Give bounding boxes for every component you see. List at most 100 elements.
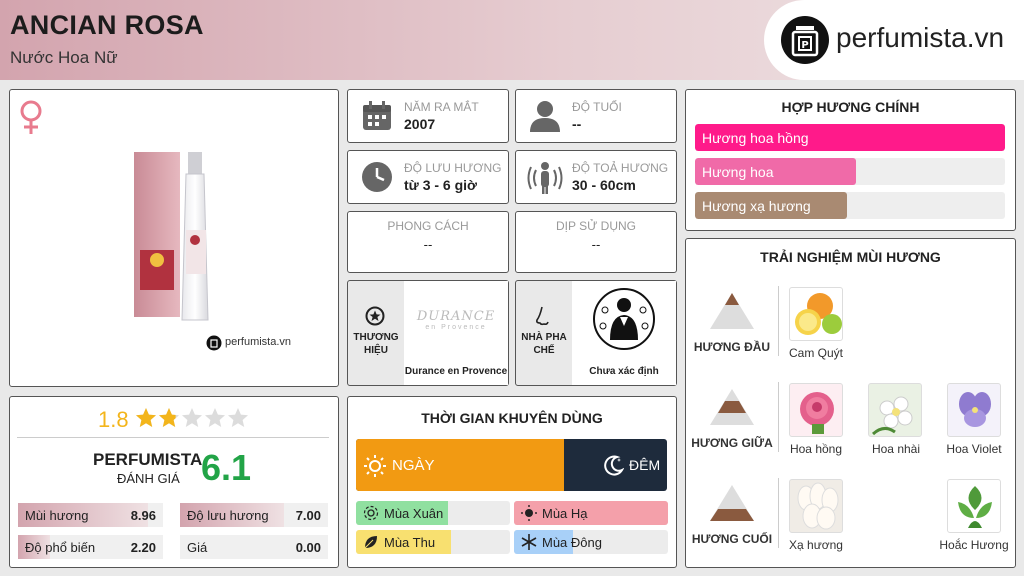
stat-price: Giá 0.00 — [180, 535, 328, 559]
middle-notes-label: HƯƠNG GIỮA — [691, 436, 773, 450]
divider — [17, 437, 329, 438]
brand-label: THƯƠNG HIỆU — [349, 331, 403, 357]
perfumer-label: NHÀ PHA CHẾ — [517, 331, 571, 357]
brand-logo-subtext: en Provence — [425, 324, 487, 331]
style-value: -- — [423, 237, 433, 252]
moon-icon — [604, 455, 624, 476]
stat-scent: Mùi hương 8.96 — [18, 503, 163, 527]
occasion-label: DỊP SỬ DỤNG — [555, 219, 637, 233]
longevity-label: ĐỘ LƯU HƯƠNG — [404, 161, 502, 175]
patchouli-icon[interactable] — [947, 479, 1001, 533]
site-logo-text[interactable]: perfumista.vn — [836, 22, 1004, 54]
stat-value: 8.96 — [130, 508, 156, 523]
citrus-icon[interactable] — [789, 287, 843, 341]
product-title: ANCIAN ROSA — [10, 10, 204, 40]
style-label: PHONG CÁCH — [387, 219, 469, 233]
base-notes-label: HƯƠNG CUỐI — [691, 532, 773, 546]
person-icon — [530, 101, 560, 132]
season-label: Mùa Hạ — [542, 506, 588, 521]
time-of-use-title: THỜI GIAN KHUYÊN DÙNG — [421, 410, 603, 426]
clock-icon — [362, 162, 392, 192]
brand-name: Durance en Provence — [404, 366, 508, 377]
accord-bar-floral: Hương hoa — [695, 158, 1005, 185]
pyramid-middle-icon — [710, 389, 754, 425]
brand-label-line1: THƯƠNG — [353, 332, 399, 343]
rating-stars[interactable] — [135, 407, 251, 431]
brand-label-line2: HIỆU — [364, 345, 388, 356]
female-icon — [20, 100, 42, 134]
occasion-value: -- — [591, 237, 601, 252]
note-name-citrus: Cam Quýt — [788, 346, 843, 360]
stat-label: Mùi hương — [25, 508, 89, 523]
age-value: -- — [572, 116, 582, 132]
sillage-label: ĐỘ TOẢ HƯƠNG — [572, 161, 669, 175]
rose-icon[interactable] — [789, 383, 843, 437]
pyramid-base-icon — [710, 485, 754, 521]
accord-label: Hương xạ hương — [702, 198, 811, 214]
season-label: Mùa Đông — [542, 535, 602, 550]
perfumer-name: Chưa xác định — [589, 366, 659, 377]
note-name-jasmine: Hoa nhài — [871, 442, 921, 456]
perfumer-label-line2: CHẾ — [533, 345, 555, 356]
season-label: Mùa Xuân — [384, 506, 444, 521]
svg-text:P: P — [801, 40, 808, 51]
sillage-value: 30 - 60cm — [572, 177, 636, 193]
day-label: NGÀY — [392, 457, 435, 474]
stat-longevity: Độ lưu hương 7.00 — [180, 503, 328, 527]
rating-score: 1.8 — [98, 407, 129, 432]
product-subtitle: Nước Hoa Nữ — [10, 48, 118, 67]
season-winter: Mùa Đông — [514, 530, 668, 554]
stat-popularity: Độ phổ biến 2.20 — [18, 535, 163, 559]
note-name-patchouli: Hoắc Hương — [939, 538, 1009, 552]
flower-icon — [363, 505, 379, 521]
nose-icon — [536, 306, 549, 326]
age-label: ĐỘ TUỔI — [572, 100, 622, 114]
pyramid-top-icon — [710, 293, 754, 329]
perfume-bottle-logo-icon: P — [781, 16, 829, 64]
star-empty-icon — [228, 408, 248, 427]
stat-value: 0.00 — [295, 540, 321, 555]
perfumista-score: 6.1 — [201, 447, 252, 488]
perfume-bottle-watermark-icon — [206, 335, 222, 351]
accord-bar-musk: Hương xạ hương — [695, 192, 1005, 219]
perfumer-label-line1: NHÀ PHA — [521, 332, 567, 343]
note-name-musk: Xạ hương — [789, 538, 843, 552]
perfumista-rating-label: PERFUMISTA — [93, 450, 203, 469]
calendar-icon — [363, 101, 391, 130]
brand-logo-wordmark: DURANCE — [416, 309, 496, 324]
snowflake-icon — [521, 534, 537, 550]
watermark-text: perfumista.vn — [225, 336, 292, 348]
perfumer-silhouette-icon — [593, 288, 655, 350]
jasmine-icon[interactable] — [868, 383, 922, 437]
sillage-person-icon — [527, 162, 563, 194]
stat-value: 2.20 — [130, 540, 156, 555]
note-name-rose: Hoa hồng — [789, 442, 843, 456]
leaf-icon — [364, 536, 377, 549]
star-badge-icon — [365, 306, 385, 326]
night-label: ĐÊM — [629, 457, 661, 473]
stat-value: 7.00 — [295, 508, 321, 523]
sun-icon — [364, 455, 386, 477]
season-label: Mùa Thu — [384, 535, 436, 550]
top-notes-label: HƯƠNG ĐẦU — [693, 340, 771, 354]
day-fill — [356, 439, 565, 491]
season-fill — [514, 501, 668, 525]
star-filled-icon — [136, 408, 156, 427]
season-summer: Mùa Hạ — [514, 501, 668, 525]
notes-title: TRẢI NGHIỆM MÙI HƯƠNG — [760, 249, 941, 265]
accord-bar-rose: Hương hoa hồng — [695, 124, 1005, 151]
star-empty-icon — [182, 408, 202, 427]
year-value: 2007 — [404, 116, 436, 132]
accords-title: HỢP HƯƠNG CHÍNH — [781, 99, 920, 115]
longevity-value: từ 3 - 6 giờ — [404, 177, 477, 193]
season-autumn: Mùa Thu — [356, 530, 510, 554]
star-empty-icon — [205, 408, 225, 427]
accord-label: Hương hoa hồng — [702, 130, 809, 146]
musk-icon[interactable] — [789, 479, 843, 533]
stat-label: Giá — [187, 540, 208, 555]
note-name-violet: Hoa Violet — [946, 442, 1002, 456]
stat-label: Độ lưu hương — [187, 508, 269, 523]
year-label: NĂM RA MẮT — [404, 100, 479, 114]
sun-small-icon — [521, 505, 537, 521]
violet-icon[interactable] — [947, 383, 1001, 437]
